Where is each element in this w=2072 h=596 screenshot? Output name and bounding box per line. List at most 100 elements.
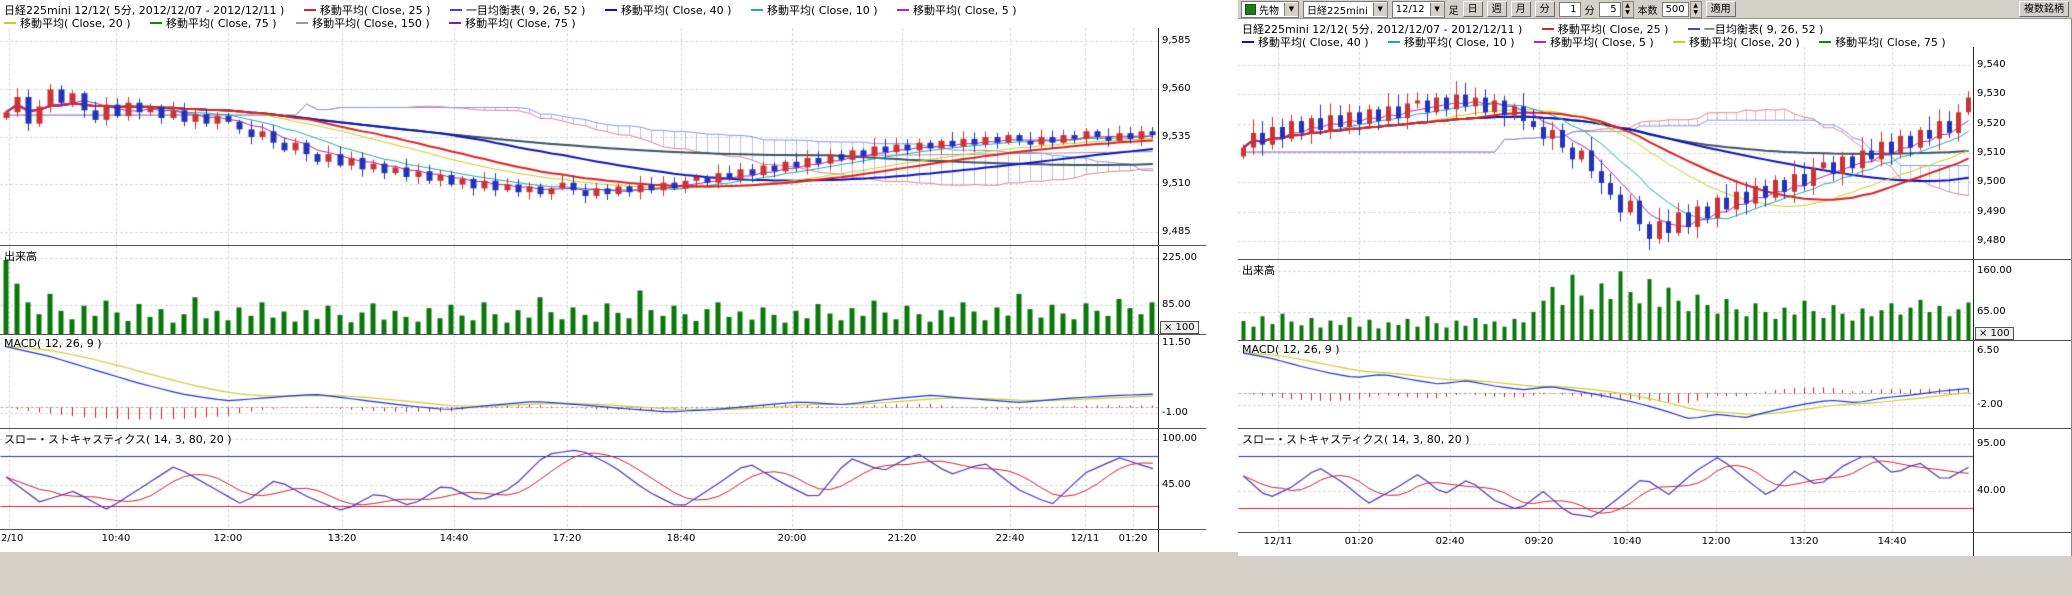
date-select[interactable]: 12/12 ▼ <box>1392 1 1445 18</box>
y-axis-label: 9,520 <box>1977 118 2006 129</box>
x-axis-label: 12:00 <box>204 533 252 544</box>
bar-type-label: 足 <box>1449 2 1459 17</box>
x-axis: 12/1010:4012:0013:2014:4017:2018:4020:00… <box>0 530 1158 552</box>
spinner-down-icon[interactable]: ▼ <box>1693 9 1698 16</box>
legend-item: 移動平均( Close, 40 ) <box>1242 36 1369 49</box>
period-minute-button[interactable]: 分 <box>1535 1 1555 17</box>
price-chart-canvas[interactable] <box>1238 47 1973 259</box>
category-color-icon <box>1245 4 1256 15</box>
y-axis-label: 6.50 <box>1977 345 1999 356</box>
y-axis-label: 225.00 <box>1162 252 1197 263</box>
x-axis-label: 14:40 <box>1868 536 1916 547</box>
legend-color-chip <box>449 22 461 24</box>
spinner-up-icon[interactable]: ▲ <box>1625 2 1630 9</box>
legend-color-chip <box>450 9 462 11</box>
stochastics-pane-label: スロー・ストキャスティクス( 14, 3, 80, 20 ) <box>4 431 232 447</box>
macd-pane <box>1238 341 1973 429</box>
interval-value-field[interactable]: 1 <box>1559 2 1581 17</box>
legend-item: 移動平均( Close, 5 ) <box>1534 36 1654 49</box>
legend-color-chip <box>1673 41 1685 43</box>
legend-color-chip <box>897 9 909 11</box>
legend-color-chip <box>304 9 316 11</box>
x-axis-label: 01:20 <box>1109 533 1157 544</box>
toolbar: 先物▼ 日経225mini▼ 12/12▼ 足 日 週 月 分 1 分 5 ▲▼… <box>1238 0 2072 19</box>
y-axis-label: 100.00 <box>1162 433 1197 444</box>
volume-chart-canvas[interactable] <box>1238 260 1973 340</box>
category-select[interactable]: 先物 ▼ <box>1241 1 1299 18</box>
volume-pane <box>0 246 1158 335</box>
y-axis-label: 9,585 <box>1162 35 1191 46</box>
legend-color-chip <box>1534 41 1546 43</box>
legend-color-chip <box>1388 41 1400 43</box>
macd-pane-label: MACD( 12, 26, 9 ) <box>4 337 102 350</box>
x-axis-label: 02:40 <box>1426 536 1474 547</box>
stochastics-axis: 100.00 45.00 <box>1158 429 1206 530</box>
x-axis-label: 22:40 <box>986 533 1034 544</box>
bars-spinner[interactable]: ▲▼ <box>1690 1 1702 18</box>
x-axis-label: 13:20 <box>1780 536 1828 547</box>
x-axis-label: 12:00 <box>1692 536 1740 547</box>
volume-multiplier-badge: × 100 <box>1975 327 2014 340</box>
legend-color-chip <box>1819 41 1831 43</box>
x-axis-label: 12/10 <box>0 533 33 544</box>
spinner-down-icon[interactable]: ▼ <box>1625 9 1630 16</box>
y-axis-label: 9,535 <box>1162 131 1191 142</box>
legend-color-chip <box>1688 28 1700 30</box>
y-axis-label: 9,490 <box>1977 206 2006 217</box>
volume-chart-canvas[interactable] <box>0 246 1158 334</box>
period-week-button[interactable]: 週 <box>1487 1 1507 17</box>
chart-panel-right: 先物▼ 日経225mini▼ 12/12▼ 足 日 週 月 分 1 分 5 ▲▼… <box>1238 0 2072 556</box>
legend-item: 移動平均( Close, 20 ) <box>1673 36 1800 49</box>
legend-color-chip <box>1542 28 1554 30</box>
price-chart-canvas[interactable] <box>0 28 1158 245</box>
stochastics-axis: 95.00 40.00 <box>1973 429 2071 533</box>
legend-item: 移動平均( Close, 75 ) <box>150 17 277 30</box>
legend-item: 移動平均( Close, 5 ) <box>897 4 1017 17</box>
macd-chart-canvas[interactable] <box>0 335 1158 428</box>
macd-chart-canvas[interactable] <box>1238 341 1973 428</box>
apply-button[interactable]: 適用 <box>1706 1 1736 17</box>
bars-value-field[interactable]: 500 <box>1662 2 1689 17</box>
category-select-value: 先物 <box>1259 2 1279 17</box>
x-axis-label: 20:00 <box>768 533 816 544</box>
y-axis-label: 45.00 <box>1162 479 1191 490</box>
y-axis-label: 9,510 <box>1977 147 2006 158</box>
legend-color-chip <box>1242 41 1254 43</box>
legend-item: 移動平均( Close, 75 ) <box>449 17 576 30</box>
volume-pane-label: 出来高 <box>1242 262 1275 278</box>
y-axis-label: 85.00 <box>1162 299 1191 310</box>
stochastics-pane-label: スロー・ストキャスティクス( 14, 3, 80, 20 ) <box>1242 431 1470 447</box>
chevron-down-icon: ▼ <box>1284 3 1298 16</box>
count-value-field[interactable]: 5 <box>1599 2 1621 17</box>
spinner-up-icon[interactable]: ▲ <box>1693 2 1698 9</box>
chevron-down-icon: ▼ <box>1430 3 1444 16</box>
y-axis-label: 160.00 <box>1977 265 2012 276</box>
x-axis-label: 12/11 <box>1254 536 1302 547</box>
symbol-select[interactable]: 日経225mini▼ <box>1303 1 1388 18</box>
legend-item: 移動平均( Close, 75 ) <box>1819 36 1946 49</box>
window-background <box>0 552 2072 596</box>
price-axis: 9,5409,5309,5209,5109,5009,4909,480 <box>1973 47 2071 260</box>
legend-row-2: 移動平均( Close, 20 ) 移動平均( Close, 75 ) 移動平均… <box>4 15 592 31</box>
price-axis: 9,5859,5609,5359,5109,485 <box>1158 28 1206 246</box>
multi-symbol-button[interactable]: 複数銘柄 <box>2019 1 2069 17</box>
period-month-button[interactable]: 月 <box>1511 1 1531 17</box>
y-axis-label: 9,485 <box>1162 226 1191 237</box>
count-spinner[interactable]: ▲▼ <box>1622 1 1634 18</box>
date-select-value: 12/12 <box>1396 4 1425 15</box>
legend-color-chip <box>605 9 617 11</box>
legend-item: 移動平均( Close, 150 ) <box>296 17 430 30</box>
x-axis-label: 13:20 <box>318 533 366 544</box>
legend-color-chip <box>296 22 308 24</box>
x-axis: 12/1101:2002:4009:2010:4012:0013:2014:40 <box>1238 533 1973 556</box>
y-axis-label: -2.00 <box>1977 399 2003 410</box>
y-axis-label: 11.50 <box>1162 337 1191 348</box>
y-axis-label: 9,500 <box>1977 176 2006 187</box>
period-day-button[interactable]: 日 <box>1463 1 1483 17</box>
y-axis-label: 40.00 <box>1977 485 2006 496</box>
y-axis-label: 9,510 <box>1162 178 1191 189</box>
y-axis-label: 95.00 <box>1977 438 2006 449</box>
bars-count-label: 本数 <box>1638 2 1658 17</box>
legend-item: 移動平均( Close, 20 ) <box>4 17 131 30</box>
symbol-select-value: 日経225mini <box>1307 2 1368 17</box>
